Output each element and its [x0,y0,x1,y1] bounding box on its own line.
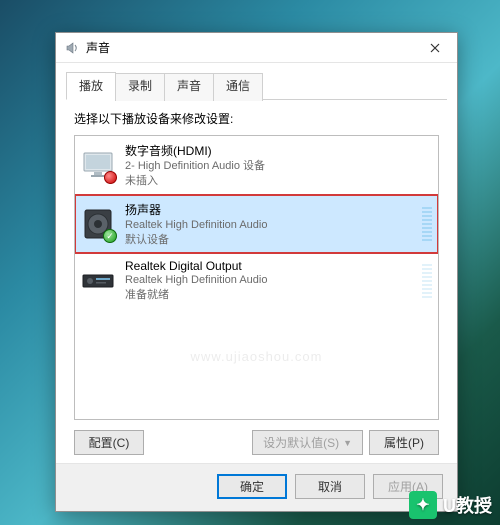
device-status: 未插入 [125,174,432,189]
device-status: 准备就绪 [125,288,416,303]
tab-playback-label: 播放 [79,79,103,93]
tab-recording-label: 录制 [128,79,152,93]
device-item-speaker[interactable]: 扬声器 Realtek High Definition Audio 默认设备 [74,194,439,255]
device-status: 默认设备 [125,233,416,248]
device-name: Realtek Digital Output [125,259,416,273]
titlebar: 声音 [56,33,457,63]
tab-communications-label: 通信 [226,79,250,93]
level-meter-icon [422,207,432,241]
set-default-button[interactable]: 设为默认值(S) ▼ [252,430,363,455]
ok-button[interactable]: 确定 [217,474,287,499]
device-item-hdmi[interactable]: 数字音频(HDMI) 2- High Definition Audio 设备 未… [75,136,438,195]
receiver-icon [81,264,115,298]
device-actions-row: 配置(C) 设为默认值(S) ▼ 属性(P) [74,420,439,463]
status-badge-disconnected-icon [104,171,117,184]
tab-strip: 播放 录制 声音 通信 [56,63,457,100]
cancel-button[interactable]: 取消 [295,474,365,499]
device-info: 数字音频(HDMI) 2- High Definition Audio 设备 未… [125,142,432,189]
cancel-button-label: 取消 [318,478,342,495]
device-name: 数字音频(HDMI) [125,142,432,159]
tab-sounds-label: 声音 [177,79,201,93]
device-driver: Realtek High Definition Audio [125,218,416,233]
device-driver: Realtek High Definition Audio [125,273,416,288]
sound-icon [64,40,80,56]
brand-text: U教授 [443,492,492,518]
configure-button-label: 配置(C) [89,434,130,451]
set-default-button-label: 设为默认值(S) [263,434,339,451]
brand-logo-icon: ✦ [409,491,437,519]
properties-button[interactable]: 属性(P) [369,430,439,455]
device-info: Realtek Digital Output Realtek High Defi… [125,259,416,303]
watermark-faint: www.ujiaoshou.com [191,349,323,364]
tab-sounds[interactable]: 声音 [164,73,214,101]
close-button[interactable] [413,33,457,63]
configure-button[interactable]: 配置(C) [74,430,144,455]
tab-recording[interactable]: 录制 [115,73,165,101]
device-item-digital[interactable]: Realtek Digital Output Realtek High Defi… [75,253,438,309]
sound-dialog: 声音 播放 录制 声音 通信 选择以下播放设备来修改设置: [55,32,458,512]
speaker-icon [81,207,115,241]
playback-device-list[interactable]: 数字音频(HDMI) 2- High Definition Audio 设备 未… [74,135,439,420]
dialog-footer: 确定 取消 应用(A) [56,463,457,511]
device-info: 扬声器 Realtek High Definition Audio 默认设备 [125,201,416,248]
chevron-down-icon: ▼ [343,438,352,448]
properties-button-label: 属性(P) [384,434,424,451]
monitor-icon [81,148,115,182]
ok-button-label: 确定 [240,478,264,495]
window-title: 声音 [86,39,413,56]
device-driver: 2- High Definition Audio 设备 [125,159,432,174]
device-name: 扬声器 [125,201,416,218]
status-badge-default-icon [103,229,117,243]
instruction-text: 选择以下播放设备来修改设置: [74,110,439,127]
brand-watermark: ✦ U教授 [409,491,492,519]
tab-communications[interactable]: 通信 [213,73,263,101]
level-meter-icon [422,264,432,298]
tab-playback[interactable]: 播放 [66,72,116,100]
tab-content: 选择以下播放设备来修改设置: 数字音频(HDMI) [56,100,457,463]
desktop-background: 声音 播放 录制 声音 通信 选择以下播放设备来修改设置: [0,0,500,525]
